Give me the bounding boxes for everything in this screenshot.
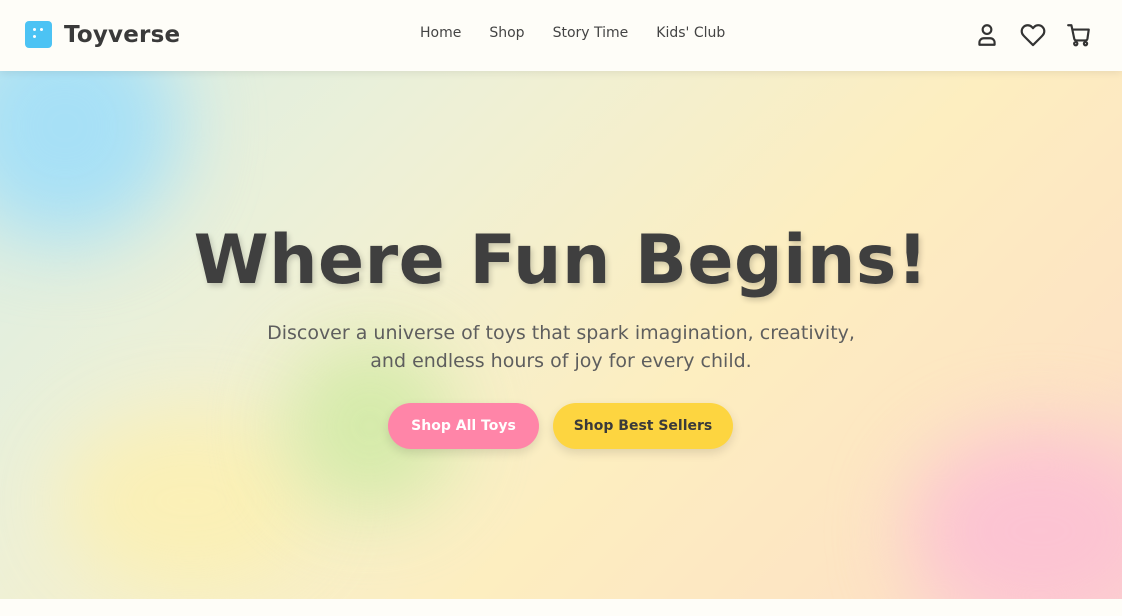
hero-title: Where Fun Begins! xyxy=(193,221,929,300)
nav-item-story-time[interactable]: Story Time xyxy=(553,25,629,41)
nav-item-shop[interactable]: Shop xyxy=(489,25,524,41)
page-bottom-strip xyxy=(0,599,1122,616)
brand-logo[interactable]: Toyverse xyxy=(25,21,180,48)
nav-item-kids-club[interactable]: Kids' Club xyxy=(656,25,725,41)
shop-best-sellers-button[interactable]: Shop Best Sellers xyxy=(553,403,733,449)
brand-name: Toyverse xyxy=(64,21,181,48)
hero-subtitle: Discover a universe of toys that spark i… xyxy=(267,322,855,372)
decorative-blob-blue xyxy=(0,71,180,241)
header-actions xyxy=(974,22,1092,48)
logo-icon xyxy=(25,21,52,48)
decorative-blob-pink xyxy=(910,431,1122,599)
shop-all-toys-button[interactable]: Shop All Toys xyxy=(388,403,539,449)
user-icon[interactable] xyxy=(974,22,1000,48)
decorative-blob-yellow xyxy=(60,411,320,591)
site-header: Toyverse Home Shop Story Time Kids' Club xyxy=(0,0,1122,71)
main-nav: Home Shop Story Time Kids' Club xyxy=(420,25,725,41)
hero-section: Where Fun Begins! Discover a universe of… xyxy=(0,71,1122,599)
cart-icon[interactable] xyxy=(1066,22,1092,48)
heart-icon[interactable] xyxy=(1020,22,1046,48)
nav-item-home[interactable]: Home xyxy=(420,25,461,41)
